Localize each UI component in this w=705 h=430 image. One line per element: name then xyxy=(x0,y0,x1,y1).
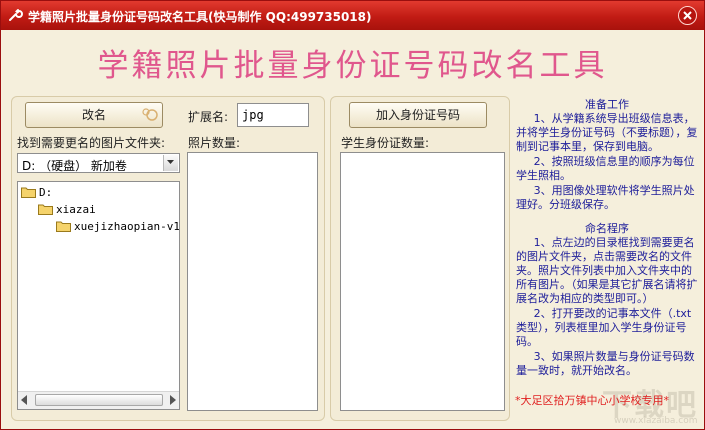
rename-button-label: 改名 xyxy=(81,108,106,122)
naming-title: 命名程序 xyxy=(585,222,629,235)
rename-button[interactable]: 改名 xyxy=(25,102,163,128)
content-area: 学籍照片批量身份证号码改名工具 改名 找到需要更名的图片文件夹: D: （硬盘）… xyxy=(2,30,703,429)
watermark-url: www.xiazaiba.com xyxy=(614,416,698,426)
folder-label: 找到需要更名的图片文件夹: xyxy=(17,136,166,150)
drive-select[interactable]: D: （硬盘） 新加卷 xyxy=(17,153,180,173)
tree-item-xuejizhaopian[interactable]: xuejizhaopian-v1 xyxy=(56,220,179,233)
id-count-label: 学生身份证数量: xyxy=(341,136,430,150)
photo-count-label: 照片数量: xyxy=(188,136,241,150)
button-ornament-icon xyxy=(142,108,158,121)
naming-step-1: 1、点左边的目录框找到需要更名的图片文件夹，点击需要改名的文件夹。照片文件列表中… xyxy=(516,236,698,305)
drive-select-value: D: （硬盘） 新加卷 xyxy=(22,159,127,173)
ext-input[interactable] xyxy=(237,103,309,127)
prep-title: 准备工作 xyxy=(585,98,629,111)
wrench-icon xyxy=(7,7,23,23)
prep-step-3: 3、用图像处理软件将学生照片处理好。分班级保存。 xyxy=(516,184,695,211)
prep-step-2: 2、按照班级信息里的顺序为每位学生照相。 xyxy=(516,155,695,182)
ext-label: 扩展名: xyxy=(188,110,229,124)
close-button[interactable] xyxy=(678,6,697,25)
naming-step-3: 3、如果照片数量与身份证号码数量一致时，就开始改名。 xyxy=(516,350,695,377)
id-list[interactable] xyxy=(340,152,505,411)
tree-horizontal-scrollbar[interactable] xyxy=(18,391,179,409)
chevron-down-icon[interactable] xyxy=(163,155,178,171)
footer-note: *大足区拾万镇中心小学校专用* xyxy=(515,394,669,407)
scroll-left-icon[interactable] xyxy=(21,395,27,405)
title-bar[interactable]: 学籍照片批量身份证号码改名工具(快马制作 QQ:499735018) xyxy=(1,1,704,30)
folder-icon xyxy=(21,187,36,198)
add-id-button[interactable]: 加入身份证号码 xyxy=(349,102,487,128)
folder-tree[interactable]: D: xiazai xuejizhaopian-v1 xyxy=(17,181,180,410)
app-heading: 学籍照片批量身份证号码改名工具 xyxy=(97,48,608,84)
scroll-right-icon[interactable] xyxy=(170,395,176,405)
scroll-thumb[interactable] xyxy=(35,394,163,406)
tree-item-xiazai[interactable]: xiazai xyxy=(38,203,96,216)
naming-step-2: 2、打开要改的记事本文件（.txt类型），列表框里加入学生身份证号码。 xyxy=(516,307,692,348)
photo-list[interactable] xyxy=(187,152,318,411)
tree-item-drive[interactable]: D: xyxy=(21,186,52,199)
app-window: 学籍照片批量身份证号码改名工具(快马制作 QQ:499735018) 学籍照片批… xyxy=(0,0,705,430)
add-id-button-label: 加入身份证号码 xyxy=(375,108,460,122)
close-icon xyxy=(683,11,692,20)
folder-icon xyxy=(56,221,71,232)
instructions-panel: 准备工作 1、从学籍系统导出班级信息表，并将学生身份证号码（不要标题），复制到记… xyxy=(516,98,698,379)
prep-step-1: 1、从学籍系统导出班级信息表，并将学生身份证号码（不要标题），复制到记事本里，保… xyxy=(516,112,698,153)
window-title: 学籍照片批量身份证号码改名工具(快马制作 QQ:499735018) xyxy=(28,10,372,24)
folder-icon xyxy=(38,204,53,215)
